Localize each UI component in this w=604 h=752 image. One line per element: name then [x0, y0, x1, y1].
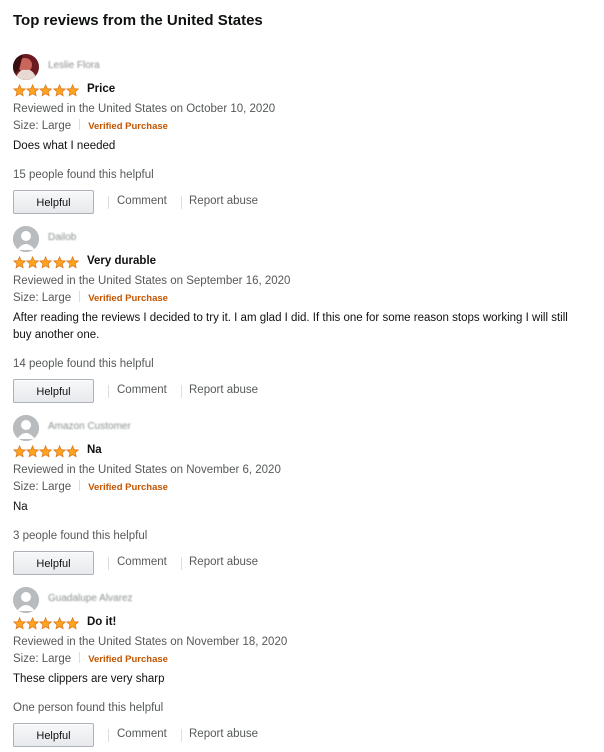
- reviewer-profile[interactable]: Amazon Customer: [13, 415, 593, 445]
- review-rating: Price: [13, 83, 593, 101]
- reviewer-name: Amazon Customer: [48, 421, 131, 432]
- star-filled-icon: [26, 445, 40, 458]
- reviewer-name: Leslie Flora: [48, 60, 100, 71]
- star-filled-icon: [65, 256, 79, 269]
- review-title[interactable]: Na: [87, 444, 102, 456]
- review-variant: Size: Large Verified Purchase: [13, 290, 593, 307]
- star-filled-icon: [65, 84, 79, 97]
- review-variant: Size: Large Verified Purchase: [13, 651, 593, 668]
- review-item: Dailob Very durable Reviewed in the Unit…: [13, 226, 593, 407]
- reviewer-profile[interactable]: Leslie Flora: [13, 54, 593, 84]
- helpful-button[interactable]: Helpful: [13, 190, 94, 214]
- star-filled-icon: [39, 445, 53, 458]
- reviewer-name: Guadalupe Alvarez: [48, 593, 133, 604]
- size-label: Size: Large: [13, 481, 72, 493]
- star-filled-icon: [65, 445, 79, 458]
- star-filled-icon: [39, 617, 53, 630]
- star-rating[interactable]: [13, 256, 79, 269]
- review-variant: Size: Large Verified Purchase: [13, 479, 593, 496]
- star-filled-icon: [39, 84, 53, 97]
- review-date: Reviewed in the United States on October…: [13, 103, 276, 115]
- comment-link[interactable]: Comment: [117, 728, 167, 740]
- default-avatar-icon: [13, 587, 39, 613]
- report-abuse-link[interactable]: Report abuse: [189, 384, 258, 396]
- size-label: Size: Large: [13, 120, 72, 132]
- reviews-section: Top reviews from the United States Lesli…: [0, 0, 604, 752]
- review-body: After reading the reviews I decided to t…: [13, 312, 568, 341]
- default-avatar-icon: [13, 226, 39, 252]
- helpful-button[interactable]: Helpful: [13, 551, 94, 575]
- star-rating[interactable]: [13, 617, 79, 630]
- helpful-count: 15 people found this helpful: [13, 169, 154, 181]
- comment-link[interactable]: Comment: [117, 384, 167, 396]
- star-rating[interactable]: [13, 84, 79, 97]
- review-body: Na: [13, 501, 28, 513]
- review-item: Leslie Flora Price Reviewed in the Unite…: [13, 54, 593, 218]
- star-filled-icon: [52, 445, 66, 458]
- comment-link[interactable]: Comment: [117, 556, 167, 568]
- review-body: Does what I needed: [13, 140, 116, 152]
- reviewer-profile[interactable]: Guadalupe Alvarez: [13, 587, 593, 617]
- section-title: Top reviews from the United States: [13, 12, 263, 29]
- star-filled-icon: [52, 84, 66, 97]
- star-filled-icon: [65, 617, 79, 630]
- star-filled-icon: [26, 84, 40, 97]
- review-item: Guadalupe Alvarez Do it! Reviewed in the…: [13, 587, 593, 751]
- star-filled-icon: [26, 617, 40, 630]
- star-filled-icon: [52, 617, 66, 630]
- star-filled-icon: [52, 256, 66, 269]
- review-title[interactable]: Price: [87, 83, 115, 95]
- star-filled-icon: [39, 256, 53, 269]
- verified-badge: Verified Purchase: [88, 654, 168, 665]
- review-rating: Do it!: [13, 616, 593, 634]
- report-abuse-link[interactable]: Report abuse: [189, 728, 258, 740]
- default-avatar-icon: [13, 415, 39, 441]
- star-filled-icon: [13, 445, 27, 458]
- size-label: Size: Large: [13, 292, 72, 304]
- verified-badge: Verified Purchase: [88, 482, 168, 493]
- helpful-count: One person found this helpful: [13, 702, 164, 714]
- verified-badge: Verified Purchase: [88, 121, 168, 132]
- review-actions: Helpful Comment Report abuse: [13, 551, 593, 579]
- review-variant: Size: Large Verified Purchase: [13, 118, 593, 135]
- star-filled-icon: [13, 256, 27, 269]
- star-filled-icon: [26, 256, 40, 269]
- verified-badge: Verified Purchase: [88, 293, 168, 304]
- star-filled-icon: [13, 84, 27, 97]
- helpful-button[interactable]: Helpful: [13, 379, 94, 403]
- review-rating: Na: [13, 444, 593, 462]
- report-abuse-link[interactable]: Report abuse: [189, 556, 258, 568]
- review-actions: Helpful Comment Report abuse: [13, 723, 593, 751]
- comment-link[interactable]: Comment: [117, 195, 167, 207]
- review-title[interactable]: Very durable: [87, 255, 156, 267]
- review-actions: Helpful Comment Report abuse: [13, 379, 593, 407]
- review-body: These clippers are very sharp: [13, 673, 165, 685]
- helpful-count: 3 people found this helpful: [13, 530, 148, 542]
- helpful-button[interactable]: Helpful: [13, 723, 94, 747]
- reviewer-profile[interactable]: Dailob: [13, 226, 593, 256]
- star-filled-icon: [13, 617, 27, 630]
- review-item: Amazon Customer Na Reviewed in the Unite…: [13, 415, 593, 579]
- reviewer-name: Dailob: [48, 232, 77, 243]
- report-abuse-link[interactable]: Report abuse: [189, 195, 258, 207]
- review-actions: Helpful Comment Report abuse: [13, 190, 593, 218]
- review-date: Reviewed in the United States on Novembe…: [13, 464, 281, 476]
- helpful-count: 14 people found this helpful: [13, 358, 154, 370]
- review-date: Reviewed in the United States on Septemb…: [13, 275, 291, 287]
- review-date: Reviewed in the United States on Novembe…: [13, 636, 288, 648]
- review-rating: Very durable: [13, 255, 593, 273]
- avatar: [13, 54, 39, 80]
- review-title[interactable]: Do it!: [87, 616, 116, 628]
- star-rating[interactable]: [13, 445, 79, 458]
- size-label: Size: Large: [13, 653, 72, 665]
